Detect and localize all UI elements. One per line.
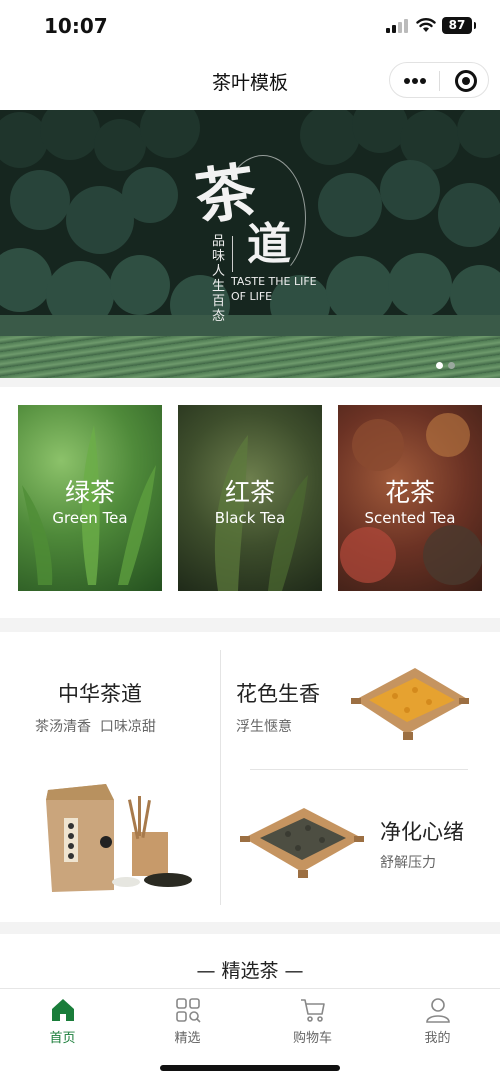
calligraphy-dao: 道: [247, 219, 291, 270]
feature-title: 净化心绪: [380, 820, 464, 844]
tab-selected[interactable]: 精选: [125, 997, 250, 1046]
grid-search-icon: [175, 998, 201, 1023]
banner-english-text: TASTE THE LIFE OF LIFE: [231, 275, 317, 303]
home-icon: [51, 999, 74, 1021]
category-card-black-tea[interactable]: 红茶 Black Tea: [178, 405, 322, 591]
feature-title: 中华茶道: [58, 682, 142, 706]
tea-package-image: [46, 784, 192, 892]
category-en-label: Scented Tea: [364, 509, 456, 527]
category-cn-label: 花茶: [384, 478, 435, 507]
tab-home[interactable]: 首页: [0, 997, 125, 1046]
green-tea-tray-image: [240, 808, 364, 878]
mini-program-capsule: [389, 62, 489, 98]
banner-carousel[interactable]: 茶 道 品味人生百态 TASTE THE LIFE OF LIFE: [0, 110, 500, 378]
category-cn-label: 红茶: [224, 478, 275, 507]
status-bar: 10:07 87: [0, 0, 500, 54]
tea-field-image: [0, 336, 500, 378]
cellular-signal-icon: [386, 19, 408, 33]
tab-cart[interactable]: 购物车: [250, 997, 375, 1046]
more-icon[interactable]: [404, 78, 426, 84]
tab-label: 我的: [424, 1031, 451, 1046]
category-en-label: Green Tea: [52, 509, 128, 527]
selected-tea-section: — 精选茶 —: [0, 934, 500, 988]
capsule-divider: [439, 71, 440, 91]
carousel-dot-active: [436, 362, 443, 369]
feature-title: 花色生香: [236, 682, 320, 706]
banner-divider: [232, 236, 233, 272]
category-section: 绿茶 Green Tea 红茶 Black Tea 花茶 Scented Tea: [0, 387, 500, 618]
wifi-icon: [416, 18, 436, 32]
home-indicator: [160, 1065, 340, 1071]
battery-icon: 87: [442, 17, 476, 34]
tab-label: 购物车: [292, 1031, 332, 1046]
feature-subtitle: 浮生惬意: [236, 719, 292, 735]
tab-label: 精选: [174, 1031, 201, 1046]
feature-horizontal-divider: [250, 769, 468, 770]
feature-subtitle: 茶汤清香 口味凉甜: [35, 719, 156, 735]
nav-bar: 茶叶模板: [0, 54, 500, 110]
exit-icon[interactable]: [455, 70, 477, 92]
status-time: 10:07: [44, 14, 108, 38]
tab-profile[interactable]: 我的: [375, 997, 500, 1046]
cart-icon: [300, 999, 325, 1022]
section-title: — 精选茶 —: [196, 960, 304, 982]
feature-vertical-divider: [220, 650, 221, 905]
carousel-dot: [448, 362, 455, 369]
category-card-green-tea[interactable]: 绿茶 Green Tea: [18, 405, 162, 591]
tab-label: 首页: [49, 1031, 76, 1046]
category-card-scented-tea[interactable]: 花茶 Scented Tea: [338, 405, 482, 591]
category-cn-label: 绿茶: [64, 478, 115, 507]
category-en-label: Black Tea: [214, 509, 286, 527]
feature-section: 中华茶道 茶汤清香 口味凉甜 花色生香 浮生惬意 净化心绪 舒解压力: [0, 632, 500, 922]
flower-tea-tray-image: [351, 668, 469, 740]
feature-subtitle: 舒解压力: [380, 855, 436, 871]
carousel-indicator: [436, 354, 460, 373]
tab-bar: 首页 精选 购物车 我的: [0, 988, 500, 1082]
banner-vertical-text: 品味人生百态: [212, 234, 226, 324]
user-icon: [425, 998, 450, 1023]
